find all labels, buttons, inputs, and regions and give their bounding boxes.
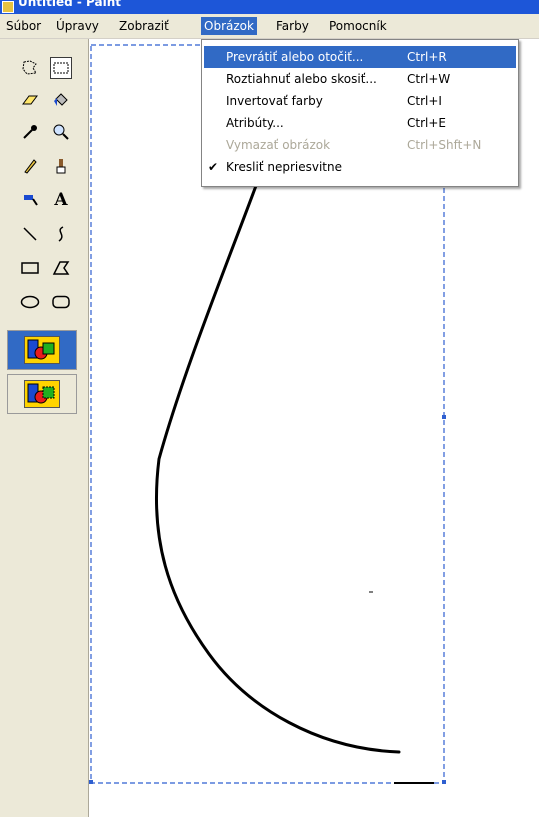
app-icon [2,1,14,13]
fill-style-option-2[interactable] [7,374,77,414]
image-menu-dropdown: Prevrátiť alebo otočiť... Ctrl+R Roztiah… [201,39,519,187]
magnifier-icon[interactable] [50,121,72,143]
brush-icon[interactable] [50,155,72,177]
rect-select-icon[interactable] [50,57,72,79]
toolbox: A [0,39,89,817]
menu-option-shortcut: Ctrl+I [407,94,442,108]
menu-bar: Súbor Úpravy Zobraziť Obrázok Farby Pomo… [0,14,539,39]
menu-option-flip-rotate[interactable]: Prevrátiť alebo otočiť... Ctrl+R [204,46,516,68]
pencil-icon[interactable] [19,155,41,177]
menu-option-clear-image: Vymazať obrázok Ctrl+Shft+N [204,134,516,156]
free-form-select-icon[interactable] [19,57,41,79]
menu-option-shortcut: Ctrl+W [407,72,451,86]
curve-icon[interactable] [50,223,72,245]
menu-view[interactable]: Zobraziť [116,17,172,35]
menu-option-label: Roztiahnuť alebo skosiť... [226,72,377,86]
menu-file[interactable]: Súbor [3,17,44,35]
fill-icon[interactable] [50,89,72,111]
text-icon[interactable]: A [50,189,72,211]
eraser-icon[interactable] [19,89,41,111]
shapes-icon [24,336,60,364]
menu-option-label: Kresliť nepriesvitne [226,160,342,174]
title-bar: Untitled - Paint [0,0,539,14]
ellipse-icon[interactable] [19,291,41,313]
menu-option-invert-colors[interactable]: Invertovať farby Ctrl+I [204,90,516,112]
menu-help[interactable]: Pomocník [326,17,390,35]
checkmark-icon: ✔ [208,160,219,174]
window-title: Untitled - Paint [18,0,122,9]
menu-option-shortcut: Ctrl+R [407,50,447,64]
airbrush-icon[interactable] [19,189,41,211]
shapes-icon [24,380,60,408]
menu-option-draw-opaque[interactable]: ✔ Kresliť nepriesvitne [204,156,516,178]
menu-edit[interactable]: Úpravy [53,17,102,35]
line-icon[interactable] [19,223,41,245]
menu-option-label: Vymazať obrázok [226,138,331,152]
polygon-icon[interactable] [50,257,72,279]
color-picker-icon[interactable] [19,121,41,143]
menu-option-shortcut: Ctrl+Shft+N [407,138,482,152]
menu-option-label: Atribúty... [226,116,284,130]
menu-option-shortcut: Ctrl+E [407,116,446,130]
menu-colors[interactable]: Farby [273,17,312,35]
menu-option-label: Invertovať farby [226,94,323,108]
menu-option-attributes[interactable]: Atribúty... Ctrl+E [204,112,516,134]
fill-style-option-1[interactable] [7,330,77,370]
rectangle-icon[interactable] [19,257,41,279]
menu-option-stretch-skew[interactable]: Roztiahnuť alebo skosiť... Ctrl+W [204,68,516,90]
rounded-rect-icon[interactable] [50,291,72,313]
menu-option-label: Prevrátiť alebo otočiť... [226,50,364,64]
menu-image[interactable]: Obrázok [201,17,257,35]
